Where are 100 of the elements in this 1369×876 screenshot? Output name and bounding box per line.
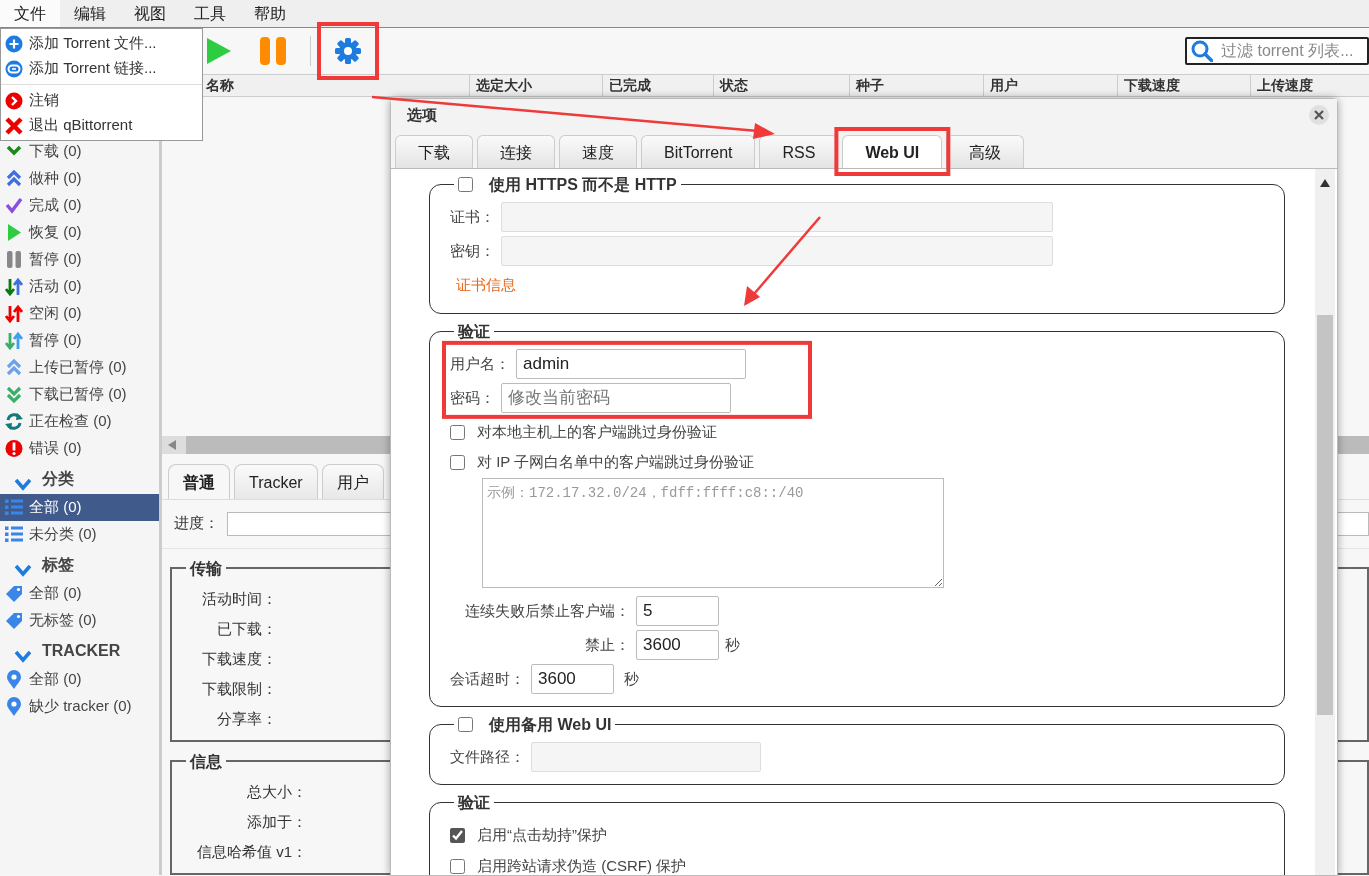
tab[interactable]: 连接 (477, 135, 555, 168)
section-title: 验证 (458, 321, 490, 341)
input-field[interactable]: 修改当前密码 (501, 382, 731, 413)
caret-left-icon (168, 439, 176, 450)
column-header[interactable]: 选定大小 (469, 75, 602, 96)
search-icon (1191, 40, 1213, 62)
list-icon (5, 524, 23, 545)
vertical-scrollbar[interactable] (1315, 169, 1335, 875)
close-button[interactable] (1309, 105, 1329, 125)
close-icon (5, 116, 23, 135)
arrows-up-down-icon (5, 331, 23, 350)
section-title: 使用备用 Web UI (489, 714, 612, 735)
checkbox[interactable] (458, 716, 473, 732)
search-field[interactable]: 过滤 torrent 列表... (1185, 37, 1369, 65)
column-header[interactable]: 用户 (982, 75, 1117, 96)
field-label: 分享率： (216, 708, 277, 729)
field-label: 连续失败后禁止客户端： (464, 600, 630, 621)
double-chevron-down-icon (5, 385, 23, 404)
column-header[interactable]: 已完成 (601, 75, 713, 96)
checkbox[interactable] (450, 828, 465, 843)
section-title: TRACKER (42, 641, 121, 661)
sidebar-item[interactable]: 未分类 (0) (0, 521, 159, 548)
field-label: 密钥： (450, 240, 495, 261)
field-label: 信息哈希值 v1： (196, 842, 307, 862)
input-field[interactable]: admin (516, 348, 746, 379)
sidebar-item[interactable]: 暂停 (0) (0, 246, 159, 273)
column-header[interactable]: 种子 (849, 75, 983, 96)
chevron-down-icon[interactable] (14, 477, 32, 491)
checkbox[interactable] (450, 455, 465, 471)
chevron-down-icon[interactable] (14, 649, 32, 663)
map-pin-icon (5, 696, 23, 717)
sidebar-item[interactable]: 暂停 (0) (0, 327, 159, 354)
sidebar-item[interactable]: 活动 (0) (0, 273, 159, 300)
chevron-down-icon[interactable] (14, 563, 32, 577)
column-header[interactable]: 下载速度 (1116, 75, 1251, 96)
tab[interactable]: Web UI (842, 135, 943, 168)
sidebar-item[interactable]: 恢复 (0) (0, 219, 159, 246)
field-label: 添加于： (246, 812, 307, 832)
checkbox-label: 对本地主机上的客户端跳过身份验证 (477, 421, 717, 442)
unit-label: 秒 (624, 668, 639, 689)
tab[interactable]: BitTorrent (641, 135, 756, 168)
field-label: 已下载： (216, 618, 277, 639)
tab[interactable]: 用户 (321, 463, 384, 499)
sidebar-item[interactable]: 上传已暂停 (0) (0, 354, 159, 381)
checkbox-label: 启用“点击劫持”保护 (477, 825, 607, 846)
field-label: 总大小： (246, 782, 307, 802)
text-area[interactable]: 示例：172.17.32.0/24，fdff:ffff:c8::/40 (482, 477, 944, 588)
menu-item[interactable]: 文件 (0, 0, 60, 27)
input-field[interactable]: 3600 (636, 629, 719, 660)
tag-icon (5, 583, 23, 604)
list-icon (5, 497, 23, 518)
chevron-circle-icon (5, 91, 23, 110)
menu-item[interactable]: 视图 (120, 0, 180, 27)
column-header[interactable]: 上传速度 (1250, 75, 1369, 96)
field-label: 进度： (174, 513, 219, 534)
arrows-up-down-icon (5, 277, 23, 296)
field-label: 下载速度： (201, 648, 277, 669)
field-label: 密码： (450, 387, 495, 408)
arrows-up-down-icon (5, 304, 23, 323)
sidebar-item[interactable]: 全部 (0) (0, 666, 159, 693)
dialog-title: 选项 (407, 104, 437, 125)
settings-icon (333, 36, 363, 66)
tab[interactable]: 普通 (168, 463, 230, 499)
sidebar-item[interactable]: 做种 (0) (0, 165, 159, 192)
double-chevron-up-icon (5, 358, 23, 377)
tab[interactable]: 下载 (395, 135, 473, 168)
section-title: 验证 (458, 793, 490, 813)
play-icon (5, 223, 23, 242)
menu-item[interactable]: 帮助 (240, 0, 300, 27)
error-icon (5, 439, 23, 458)
annotation-frame (317, 22, 379, 80)
menu-item[interactable]: 工具 (180, 0, 240, 27)
menu-item[interactable]: 编辑 (60, 0, 120, 27)
tab[interactable]: 速度 (559, 135, 637, 168)
checkbox[interactable] (450, 858, 465, 874)
sidebar-item[interactable]: 正在检查 (0) (0, 408, 159, 435)
checkbox[interactable] (450, 424, 465, 440)
sidebar-item[interactable]: 缺少 tracker (0) (0, 693, 159, 720)
check-icon (5, 196, 23, 215)
checkbox-label: 对 IP 子网白名单中的客户端跳过身份验证 (477, 452, 755, 473)
column-header[interactable]: 状态 (712, 75, 850, 96)
column-header[interactable]: 名称 (206, 75, 470, 96)
double-chevron-up-icon (5, 169, 23, 188)
plus-circle-icon (5, 34, 23, 53)
field-label: 会话超时： (450, 668, 525, 689)
section-title: 标签 (42, 555, 74, 575)
input-field[interactable]: 5 (636, 595, 719, 626)
sidebar-item[interactable]: 下载 (0) (0, 138, 159, 165)
sidebar-item[interactable]: 全部 (0) (0, 494, 159, 521)
checkbox[interactable] (458, 177, 473, 193)
tab[interactable]: Tracker (234, 463, 318, 499)
sidebar-item[interactable]: 下载已暂停 (0) (0, 381, 159, 408)
sidebar-item[interactable]: 无标签 (0) (0, 607, 159, 634)
sidebar-item[interactable]: 完成 (0) (0, 192, 159, 219)
sidebar-item[interactable]: 空闲 (0) (0, 300, 159, 327)
section-title: 分类 (42, 469, 74, 489)
group-title: 信息 (190, 751, 222, 771)
sidebar-item[interactable]: 错误 (0) (0, 435, 159, 462)
input-field[interactable]: 3600 (531, 663, 614, 694)
sidebar-item[interactable]: 全部 (0) (0, 580, 159, 607)
